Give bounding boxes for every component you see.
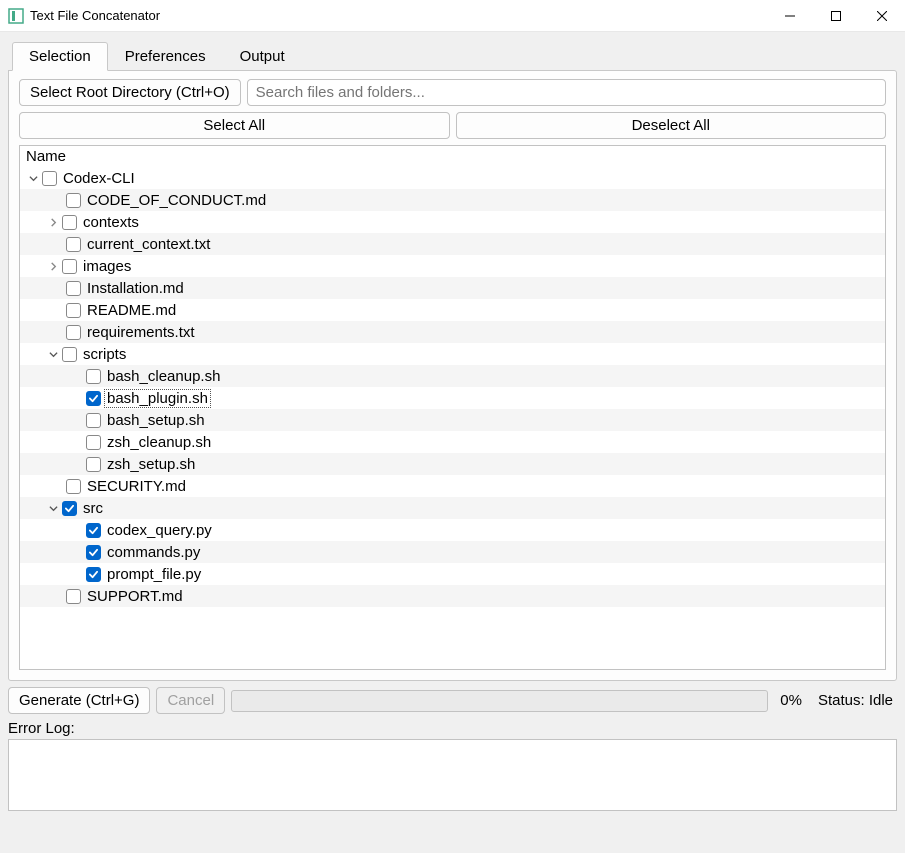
tree-item-label: SUPPORT.md — [87, 588, 183, 605]
tree-checkbox[interactable] — [42, 171, 57, 186]
tree-row[interactable]: README.md — [20, 299, 885, 321]
button-label: Generate (Ctrl+G) — [19, 692, 139, 709]
tree-row[interactable]: prompt_file.py — [20, 563, 885, 585]
select-root-button[interactable]: Select Root Directory (Ctrl+O) — [19, 79, 241, 106]
tab-label: Selection — [29, 48, 91, 65]
tree-item-label: SECURITY.md — [87, 478, 186, 495]
tree-row[interactable]: CODE_OF_CONDUCT.md — [20, 189, 885, 211]
tab-selection[interactable]: Selection — [12, 42, 108, 71]
tree-item-label: images — [83, 258, 131, 275]
tree-checkbox[interactable] — [62, 501, 77, 516]
window-title: Text File Concatenator — [30, 8, 767, 23]
tabstrip: Selection Preferences Output — [12, 40, 897, 70]
tree-row[interactable]: requirements.txt — [20, 321, 885, 343]
tree-checkbox[interactable] — [66, 589, 81, 604]
tree-item-label: bash_plugin.sh — [104, 389, 211, 408]
tree-row[interactable]: bash_cleanup.sh — [20, 365, 885, 387]
tree-checkbox[interactable] — [86, 413, 101, 428]
cancel-button[interactable]: Cancel — [156, 687, 225, 714]
tree-item-label: codex_query.py — [107, 522, 212, 539]
tree-item-label: zsh_cleanup.sh — [107, 434, 211, 451]
tree-row[interactable]: src — [20, 497, 885, 519]
close-button[interactable] — [859, 0, 905, 31]
file-tree[interactable]: Name Codex-CLI CODE_OF_CONDUCT.md contexts… — [19, 145, 886, 670]
tree-checkbox[interactable] — [86, 545, 101, 560]
tree-checkbox[interactable] — [66, 237, 81, 252]
tree-checkbox[interactable] — [86, 523, 101, 538]
tree-checkbox[interactable] — [66, 479, 81, 494]
select-all-button[interactable]: Select All — [19, 112, 450, 139]
minimize-button[interactable] — [767, 0, 813, 31]
search-input[interactable] — [247, 79, 886, 106]
tree-checkbox[interactable] — [62, 259, 77, 274]
tree-checkbox[interactable] — [66, 325, 81, 340]
tree-row[interactable]: contexts — [20, 211, 885, 233]
tree-checkbox[interactable] — [86, 567, 101, 582]
tree-row[interactable]: Codex-CLI — [20, 167, 885, 189]
button-label: Deselect All — [632, 117, 710, 134]
tree-checkbox[interactable] — [86, 457, 101, 472]
tree-item-label: Installation.md — [87, 280, 184, 297]
status-text: Status: Idle — [814, 692, 897, 709]
tree-checkbox[interactable] — [62, 215, 77, 230]
tree-column-header: Name — [20, 146, 885, 167]
tree-item-label: bash_cleanup.sh — [107, 368, 220, 385]
tree-item-label: scripts — [83, 346, 126, 363]
chevron-down-icon[interactable] — [46, 501, 60, 515]
tree-checkbox[interactable] — [62, 347, 77, 362]
progress-percent: 0% — [774, 692, 808, 709]
tree-row[interactable]: commands.py — [20, 541, 885, 563]
deselect-all-button[interactable]: Deselect All — [456, 112, 887, 139]
tree-row[interactable]: current_context.txt — [20, 233, 885, 255]
tree-item-label: CODE_OF_CONDUCT.md — [87, 192, 266, 209]
tab-panel-selection: Select Root Directory (Ctrl+O) Select Al… — [8, 70, 897, 681]
button-label: Select All — [203, 117, 265, 134]
tree-row[interactable]: SECURITY.md — [20, 475, 885, 497]
tab-label: Output — [240, 48, 285, 65]
tree-item-label: requirements.txt — [87, 324, 195, 341]
tab-label: Preferences — [125, 48, 206, 65]
tree-item-label: README.md — [87, 302, 176, 319]
tree-row[interactable]: scripts — [20, 343, 885, 365]
tree-checkbox[interactable] — [86, 369, 101, 384]
tab-output[interactable]: Output — [223, 42, 302, 71]
tree-item-label: contexts — [83, 214, 139, 231]
tree-item-label: prompt_file.py — [107, 566, 201, 583]
tree-row[interactable]: SUPPORT.md — [20, 585, 885, 607]
tree-checkbox[interactable] — [86, 391, 101, 406]
tree-row[interactable]: codex_query.py — [20, 519, 885, 541]
generate-button[interactable]: Generate (Ctrl+G) — [8, 687, 150, 714]
tree-item-label: src — [83, 500, 103, 517]
button-label: Cancel — [167, 692, 214, 709]
chevron-right-icon[interactable] — [46, 215, 60, 229]
error-log-label: Error Log: — [8, 718, 897, 739]
tree-checkbox[interactable] — [66, 193, 81, 208]
button-label: Select Root Directory (Ctrl+O) — [30, 84, 230, 101]
tree-row[interactable]: zsh_setup.sh — [20, 453, 885, 475]
tree-checkbox[interactable] — [86, 435, 101, 450]
maximize-button[interactable] — [813, 0, 859, 31]
tree-item-label: current_context.txt — [87, 236, 210, 253]
tree-item-label: commands.py — [107, 544, 200, 561]
tree-item-label: bash_setup.sh — [107, 412, 205, 429]
tree-item-label: Codex-CLI — [63, 170, 135, 187]
chevron-down-icon[interactable] — [46, 347, 60, 361]
progress-bar — [231, 690, 768, 712]
tree-checkbox[interactable] — [66, 303, 81, 318]
chevron-right-icon[interactable] — [46, 259, 60, 273]
app-icon — [8, 8, 24, 24]
chevron-down-icon[interactable] — [26, 171, 40, 185]
tree-row[interactable]: zsh_cleanup.sh — [20, 431, 885, 453]
tab-preferences[interactable]: Preferences — [108, 42, 223, 71]
tree-row[interactable]: bash_setup.sh — [20, 409, 885, 431]
tree-row[interactable]: bash_plugin.sh — [20, 387, 885, 409]
titlebar: Text File Concatenator — [0, 0, 905, 32]
error-log[interactable] — [8, 739, 897, 811]
tree-item-label: zsh_setup.sh — [107, 456, 195, 473]
tree-row[interactable]: images — [20, 255, 885, 277]
tree-checkbox[interactable] — [66, 281, 81, 296]
tree-row[interactable]: Installation.md — [20, 277, 885, 299]
